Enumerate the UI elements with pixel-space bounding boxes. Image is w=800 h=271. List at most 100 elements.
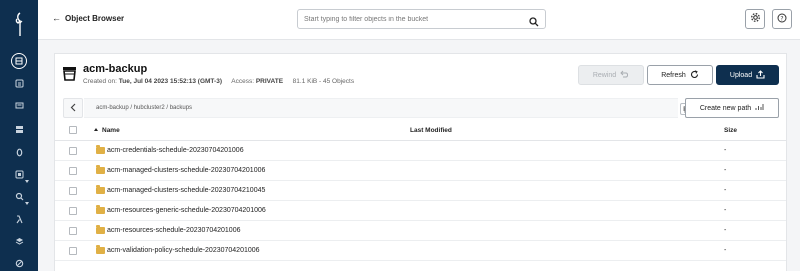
table-header: Name Last Modified Size (55, 121, 786, 141)
upload-label: Upload (729, 71, 753, 79)
monitoring-icon (15, 125, 24, 134)
column-size[interactable]: Size (724, 127, 737, 134)
created-label: Created on: (83, 78, 117, 85)
policies-icon (15, 79, 24, 88)
arrow-left-icon: ← (52, 13, 61, 23)
object-browser-panel: acm-backup Created on: Tue, Jul 04 2023 … (54, 53, 787, 271)
upload-button[interactable]: Upload (716, 65, 779, 85)
support-icon (15, 237, 24, 246)
object-name[interactable]: acm-credentials-schedule-20230704201006 (107, 147, 244, 154)
select-all-checkbox[interactable] (69, 126, 77, 134)
table-row[interactable]: acm-credentials-schedule-20230704201006 - (55, 141, 786, 161)
tiers-icon (15, 170, 24, 179)
object-name[interactable]: acm-validation-policy-schedule-202307042… (107, 247, 260, 254)
column-name[interactable]: Name (94, 127, 120, 134)
sidebar-item-identity[interactable] (7, 96, 31, 114)
search-icon[interactable] (529, 14, 539, 32)
folder-icon (96, 205, 105, 214)
sidebar-item-notifications[interactable] (7, 143, 31, 161)
sidebar (0, 0, 38, 271)
object-name[interactable]: acm-managed-clusters-schedule-2023070421… (107, 187, 265, 194)
object-name[interactable]: acm-resources-generic-schedule-202307042… (107, 207, 266, 214)
bucket-meta: Created on: Tue, Jul 04 2023 15:52:13 (G… (83, 78, 354, 85)
rewind-icon (620, 70, 629, 80)
refresh-button[interactable]: Refresh (647, 65, 713, 85)
breadcrumb-box: acm-backup / hubcluster2 / backups (84, 98, 692, 118)
page-title: Object Browser (65, 13, 125, 23)
column-last-modified[interactable]: Last Modified (410, 127, 452, 134)
svg-text:?: ? (780, 15, 783, 22)
access-label: Access: (231, 78, 255, 85)
row-checkbox[interactable] (69, 247, 77, 255)
bucket-usage: 81.1 KiB - 45 Objects (292, 78, 355, 85)
row-checkbox[interactable] (69, 187, 77, 195)
buckets-icon (11, 53, 27, 69)
object-name[interactable]: acm-resources-schedule-20230704201006 (107, 227, 240, 234)
sidebar-item-buckets[interactable] (7, 52, 31, 70)
folder-icon (96, 145, 105, 154)
column-name-label: Name (102, 127, 120, 134)
table-row[interactable]: acm-validation-policy-schedule-202307042… (55, 241, 786, 261)
help-button[interactable]: ? (772, 9, 792, 29)
path-back-button[interactable] (63, 98, 83, 118)
path-bar: acm-backup / hubcluster2 / backups Creat… (63, 97, 779, 119)
refresh-icon (690, 69, 699, 81)
upload-icon (756, 69, 765, 81)
create-new-path-label: Create new path (699, 104, 752, 112)
breadcrumb[interactable]: acm-backup / hubcluster2 / backups (96, 105, 192, 111)
row-checkbox[interactable] (69, 227, 77, 235)
folder-icon (96, 245, 105, 254)
sidebar-item-monitoring[interactable] (7, 120, 31, 138)
object-size: - (724, 227, 727, 234)
lambda-icon (15, 214, 24, 224)
sidebar-item-policies[interactable] (7, 74, 31, 92)
row-checkbox[interactable] (69, 207, 77, 215)
chevron-left-icon (70, 99, 76, 117)
object-size: - (724, 147, 727, 154)
create-new-path-button[interactable]: Create new path (685, 98, 779, 118)
rewind-label: Rewind (592, 71, 617, 79)
table-row[interactable]: acm-resources-generic-schedule-202307042… (55, 201, 786, 221)
folder-icon (96, 225, 105, 234)
object-size: - (724, 207, 727, 214)
object-name[interactable]: acm-managed-clusters-schedule-2023070420… (107, 167, 265, 174)
filter-objects-input[interactable] (304, 13, 524, 26)
site-replication-icon (15, 192, 24, 201)
help-icon: ? (777, 10, 787, 28)
folder-icon (96, 165, 105, 174)
object-size: - (724, 167, 727, 174)
gear-icon (750, 10, 761, 28)
minio-logo-icon[interactable] (9, 10, 29, 38)
sort-asc-icon (94, 128, 98, 131)
settings-button[interactable] (745, 9, 765, 29)
top-bar: ← Object Browser ? (38, 0, 800, 40)
refresh-label: Refresh (661, 71, 686, 79)
sidebar-item-support[interactable] (7, 232, 31, 250)
table-row[interactable]: acm-resources-schedule-20230704201006 - (55, 221, 786, 241)
sidebar-item-license[interactable] (7, 254, 31, 271)
chevron-down-icon (25, 202, 29, 205)
new-path-icon (755, 103, 764, 113)
license-icon (15, 259, 24, 268)
bucket-header: acm-backup Created on: Tue, Jul 04 2023 … (55, 54, 786, 96)
chevron-down-icon (25, 180, 29, 183)
row-checkbox[interactable] (69, 167, 77, 175)
row-checkbox[interactable] (69, 147, 77, 155)
back-link[interactable]: ← Object Browser (52, 13, 124, 23)
sidebar-item-lambda[interactable] (7, 210, 31, 228)
filter-search-box (297, 9, 546, 29)
table-row[interactable]: acm-managed-clusters-schedule-2023070421… (55, 181, 786, 201)
notifications-icon (15, 148, 24, 157)
object-size: - (724, 247, 727, 254)
access-value: PRIVATE (255, 78, 284, 85)
bucket-name: acm-backup (83, 63, 148, 75)
bucket-icon (62, 66, 77, 86)
identity-icon (15, 101, 24, 110)
table-row[interactable]: acm-managed-clusters-schedule-2023070420… (55, 161, 786, 181)
sidebar-item-site-replication[interactable] (7, 187, 31, 205)
created-value: Tue, Jul 04 2023 15:52:13 (GMT-3) (118, 78, 222, 85)
object-size: - (724, 187, 727, 194)
rewind-button[interactable]: Rewind (578, 65, 644, 85)
sidebar-item-tiers[interactable] (7, 165, 31, 183)
folder-icon (96, 185, 105, 194)
